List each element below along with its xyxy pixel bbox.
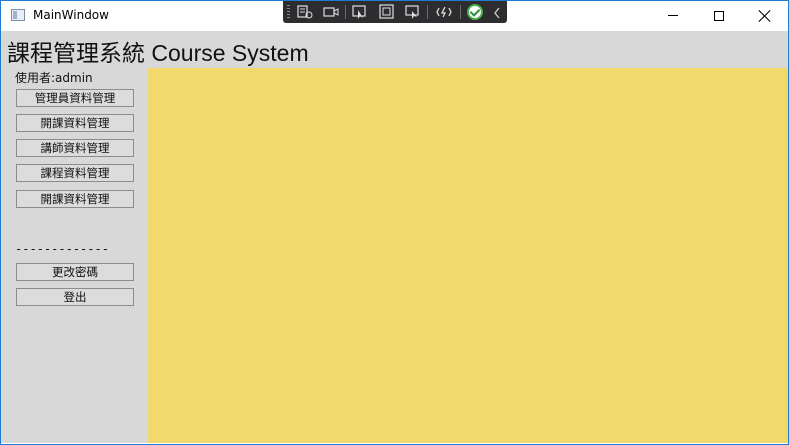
maximize-icon (714, 11, 724, 21)
select-element-icon[interactable] (351, 4, 369, 20)
live-visual-tree-icon[interactable] (296, 4, 314, 20)
status-ok-icon[interactable] (467, 4, 483, 20)
main-content-area (148, 68, 788, 443)
toolbar-separator (345, 5, 346, 19)
close-button[interactable] (742, 1, 788, 31)
app-header: 課程管理系統 Course System (1, 31, 788, 68)
window-title: MainWindow (33, 8, 109, 22)
course-offering-management-button-2[interactable]: 開課資料管理 (16, 190, 134, 208)
hot-reload-icon[interactable] (435, 4, 453, 20)
video-icon[interactable] (322, 4, 340, 20)
track-focus-icon[interactable] (404, 4, 422, 20)
course-offering-management-button[interactable]: 開課資料管理 (16, 114, 134, 132)
toolbar-separator (460, 5, 461, 19)
debug-toolbar (283, 1, 507, 23)
minimize-button[interactable] (650, 1, 696, 31)
admin-data-management-button[interactable]: 管理員資料管理 (16, 89, 134, 107)
change-password-button[interactable]: 更改密碼 (16, 263, 134, 281)
close-icon (759, 10, 771, 22)
toolbar-separator (427, 5, 428, 19)
app-window-icon (11, 9, 25, 21)
course-data-management-button[interactable]: 課程資料管理 (16, 164, 134, 182)
toolbar-grip-icon[interactable] (287, 5, 290, 19)
title-bar[interactable]: MainWindow (1, 1, 788, 31)
sidebar: 使用者:admin 管理員資料管理 開課資料管理 講師資料管理 課程資料管理 開… (1, 68, 148, 443)
sidebar-divider: ------------- (15, 242, 109, 256)
instructor-data-management-button[interactable]: 講師資料管理 (16, 139, 134, 157)
current-user-label: 使用者:admin (15, 71, 93, 85)
maximize-button[interactable] (696, 1, 742, 31)
page-title: 課程管理系統 Course System (7, 40, 309, 66)
minimize-icon (668, 15, 678, 16)
logout-button[interactable]: 登出 (16, 288, 134, 306)
display-layout-adorners-icon[interactable] (378, 4, 396, 20)
collapse-icon[interactable] (492, 5, 502, 19)
